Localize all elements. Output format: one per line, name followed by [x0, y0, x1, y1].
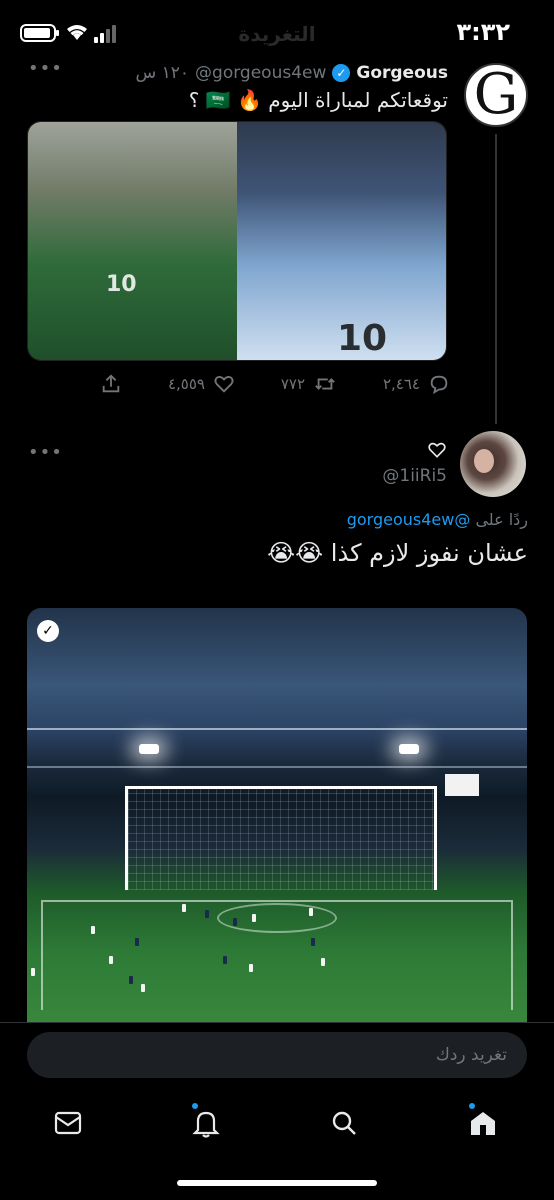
verified-badge-icon: ✓: [332, 64, 351, 82]
scoreboard: [445, 774, 479, 796]
messages-icon[interactable]: [51, 1106, 85, 1140]
player-figure: [321, 958, 325, 966]
notifications-icon[interactable]: [189, 1103, 223, 1140]
player-figure: [233, 918, 237, 926]
player-figure: [311, 938, 315, 946]
heart-icon: [214, 376, 234, 393]
goal-net: [125, 786, 437, 890]
player-figure: [141, 984, 145, 992]
reply-input[interactable]: [27, 1032, 527, 1078]
avatar[interactable]: G: [464, 63, 528, 127]
player-figure: [252, 914, 256, 922]
comment-icon: [430, 375, 448, 395]
search-icon[interactable]: [327, 1106, 361, 1140]
display-name[interactable]: Gorgeous: [356, 63, 448, 83]
retweet-count: ٧٧٢: [280, 375, 306, 393]
player-figure: [249, 964, 253, 972]
player-figure: [309, 908, 313, 916]
floodlight: [399, 744, 419, 754]
timestamp: ١٢٠ س: [135, 63, 190, 83]
player-figure: [223, 956, 227, 964]
player-figure: [129, 976, 133, 984]
like-button[interactable]: ٤,٥٥٩: [168, 373, 235, 395]
media-photo-saudi-player: 10: [28, 122, 237, 360]
stadium-roof: [27, 728, 527, 768]
share-icon: [102, 374, 120, 393]
replying-to-mention[interactable]: @gorgeous4ew: [347, 510, 471, 529]
reply-media[interactable]: ✓: [27, 608, 527, 1038]
avatar-letter: G: [473, 62, 519, 127]
more-options-icon[interactable]: •••: [28, 58, 63, 79]
jersey-number: 10: [337, 318, 388, 359]
user-handle[interactable]: @gorgeous4ew: [195, 63, 326, 83]
jersey-number: 10: [106, 272, 137, 297]
retweet-icon: [315, 378, 335, 390]
notification-dot: [192, 1103, 198, 1109]
replying-to-label: ردًا على: [475, 510, 528, 529]
home-icon[interactable]: [466, 1103, 500, 1140]
notification-dot: [469, 1103, 475, 1109]
player-figure: [109, 956, 113, 964]
share-button[interactable]: [100, 373, 122, 395]
tweet-media[interactable]: 10 10: [27, 121, 447, 361]
thread-line: [495, 134, 497, 424]
retweet-button[interactable]: ٧٧٢: [281, 373, 337, 395]
tweet-actions: ٤,٥٥٩ ٧٧٢ ٢,٤٦٤: [100, 370, 450, 398]
status-time: ٣:٣٢: [456, 18, 510, 46]
status-bar: التغريدة ٣:٣٢: [0, 0, 554, 62]
reply-text: عشان نفوز لازم كذا 😭😭: [267, 539, 528, 567]
watermark-logo-icon: ✓: [37, 620, 59, 642]
reply-button[interactable]: ٢,٤٦٤: [383, 373, 450, 395]
tweet-header: Gorgeous ✓ @gorgeous4ew ١٢٠ س: [135, 60, 448, 86]
home-indicator: [177, 1180, 377, 1186]
reply-count: ٢,٤٦٤: [382, 375, 420, 393]
avatar[interactable]: [460, 431, 526, 497]
more-options-icon[interactable]: •••: [28, 442, 63, 463]
player-figure: [31, 968, 35, 976]
player-figure: [182, 904, 186, 912]
media-photo-argentina-player: 10: [237, 122, 446, 360]
player-figure: [91, 926, 95, 934]
player-figure: [135, 938, 139, 946]
user-handle[interactable]: @1iiRi5: [382, 466, 447, 486]
floodlight: [139, 744, 159, 754]
heart-icon[interactable]: [427, 440, 447, 460]
replying-to: ردًا على @gorgeous4ew: [347, 510, 528, 529]
like-count: ٤,٥٥٩: [167, 375, 205, 393]
player-figure: [205, 910, 209, 918]
tweet-text: توقعاتكم لمباراة اليوم 🔥 🇸🇦 ؟: [188, 88, 448, 112]
